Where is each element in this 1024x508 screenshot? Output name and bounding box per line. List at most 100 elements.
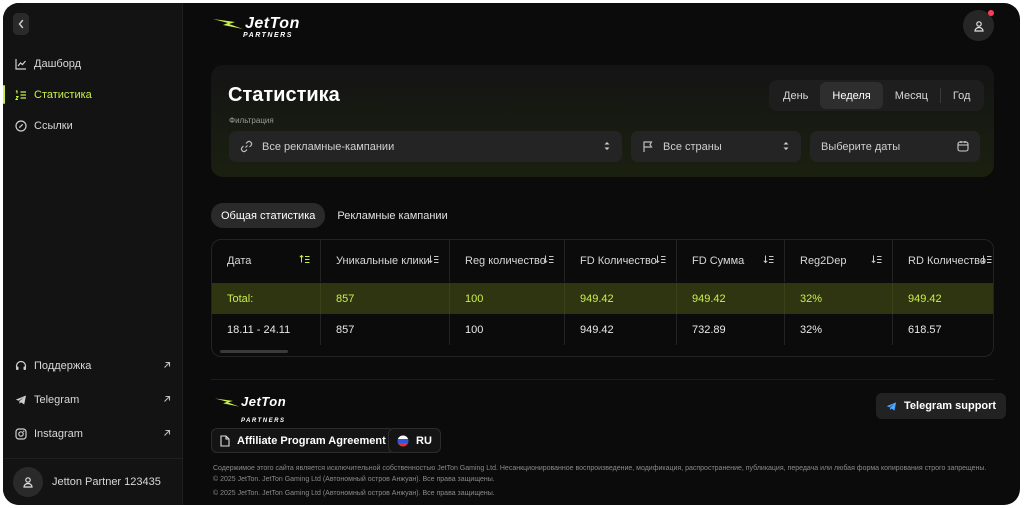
column-header-cell[interactable]: RD Количество [893, 240, 993, 282]
sidebar-external-links: Поддержка Telegram Instagram [3, 349, 183, 451]
statistics-panel: Статистика День Неделя Месяц Год Фильтра… [211, 65, 994, 177]
column-header-cell[interactable]: FD Сумма [677, 240, 785, 282]
sidebar-item-label: Instagram [34, 428, 83, 440]
row-cell: 100 [450, 314, 565, 345]
table-header: Дата Уникальные клики Reg количество FD Кол… [212, 240, 993, 282]
sidebar-item-label: Поддержка [34, 360, 92, 372]
sidebar-item-links[interactable]: Ссылки [3, 110, 183, 141]
total-text: Total: [227, 292, 254, 305]
telegram-support-button[interactable]: Telegram support [876, 393, 1007, 419]
calendar-icon [957, 140, 969, 152]
row-text: 949.42 [580, 323, 614, 336]
total-cell: 100 [450, 283, 565, 314]
sidebar-item-dashboard[interactable]: Дашборд [3, 48, 183, 79]
brand-logo[interactable]: JetTon PARTNERS [213, 16, 300, 40]
table-total-row: Total: 857 100 949.42 949.42 32% 949.42 [212, 283, 993, 314]
total-cell: 949.42 [565, 283, 677, 314]
filter-label: Фильтрация [229, 116, 274, 125]
row-cell: 857 [321, 314, 450, 345]
link-icon [240, 140, 253, 153]
external-link-icon [163, 394, 171, 406]
sidebar-item-label: Ссылки [34, 119, 73, 132]
period-week[interactable]: Неделя [820, 82, 883, 109]
sidebar-item-instagram[interactable]: Instagram [3, 417, 183, 451]
row-text: 32% [800, 323, 823, 336]
column-header-cell[interactable]: Reg количество [450, 240, 565, 282]
link-circle-icon [14, 119, 28, 133]
profile-button[interactable] [963, 10, 994, 41]
column-header-text: Уникальные клики [336, 255, 430, 267]
country-select[interactable]: Все страны [631, 131, 801, 162]
telegram-support-label: Telegram support [904, 400, 997, 412]
russia-flag-icon [397, 435, 409, 447]
user-name: Jetton Partner 123435 [52, 476, 161, 488]
date-picker-placeholder: Выберите даты [821, 140, 901, 153]
sidebar: Дашборд Статистика Ссылки Поддержка Tele… [3, 3, 183, 505]
affiliate-agreement-label: Affiliate Program Agreement [237, 434, 386, 447]
copyright: © 2025 JetTon. JetTon Gaming Ltd (Автоно… [213, 490, 495, 497]
column-header-cell[interactable]: FD Количество [565, 240, 677, 282]
sidebar-item-label: Статистика [34, 88, 92, 101]
total-text: 100 [465, 292, 484, 305]
tab-general-statistics[interactable]: Общая статистика [211, 203, 326, 228]
sidebar-item-telegram[interactable]: Telegram [3, 383, 183, 417]
country-select-value: Все страны [663, 140, 722, 153]
column-header-cell[interactable]: Уникальные клики [321, 240, 450, 282]
select-arrows-icon [603, 140, 611, 152]
total-text: 949.42 [908, 292, 942, 305]
app-window: Дашборд Статистика Ссылки Поддержка Tele… [3, 3, 1020, 505]
horizontal-scrollbar[interactable] [220, 350, 288, 353]
sidebar-item-support[interactable]: Поддержка [3, 349, 183, 383]
column-header-text: Reg количество [465, 255, 546, 267]
headset-icon [14, 359, 28, 373]
sidebar-item-statistics[interactable]: Статистика [3, 79, 183, 110]
footer-logo[interactable]: JetTon PARTNERS [215, 395, 286, 427]
statistics-tabs: Общая статистика Рекламные кампании [211, 203, 460, 228]
flag-icon [642, 140, 654, 153]
row-cell: 18.11 - 24.11 [212, 314, 321, 345]
date-picker[interactable]: Выберите даты [810, 131, 980, 162]
chevron-left-icon [18, 19, 24, 29]
campaign-select[interactable]: Все рекламные-кампании [229, 131, 622, 162]
telegram-icon [14, 393, 28, 407]
sort-icon[interactable] [655, 255, 666, 264]
select-arrows-icon [782, 140, 790, 152]
external-link-icon [163, 428, 171, 440]
row-cell: 32% [785, 314, 893, 345]
column-header-text: FD Сумма [692, 255, 745, 267]
row-text: 732.89 [692, 323, 726, 336]
statistics-table: Дата Уникальные клики Reg количество FD Кол… [211, 239, 994, 357]
tab-ad-campaigns[interactable]: Рекламные кампании [327, 203, 457, 228]
affiliate-agreement-button[interactable]: Affiliate Program Agreement [211, 428, 395, 453]
logo-bolt-icon [213, 19, 243, 29]
collapse-sidebar-button[interactable] [13, 13, 29, 35]
period-day[interactable]: День [771, 82, 820, 109]
language-label: RU [416, 434, 432, 447]
table-row: 18.11 - 24.11 857 100 949.42 732.89 32% 618.57 [212, 314, 993, 345]
column-header-text: FD Количество [580, 255, 657, 267]
column-header-cell[interactable]: Дата [212, 240, 321, 282]
sort-icon[interactable] [981, 255, 992, 264]
top-bar: JetTon PARTNERS [184, 3, 1020, 53]
row-text: 100 [465, 323, 484, 336]
sort-icon[interactable] [763, 255, 774, 264]
language-button[interactable]: RU [388, 428, 441, 453]
period-month[interactable]: Месяц [883, 82, 940, 109]
total-text: 949.42 [692, 292, 726, 305]
row-cell: 949.42 [565, 314, 677, 345]
sort-ascending-icon[interactable] [299, 255, 310, 264]
total-text: 949.42 [580, 292, 614, 305]
document-icon [220, 434, 230, 447]
footer-divider [211, 379, 994, 380]
row-cell: 618.57 [893, 314, 993, 345]
period-year[interactable]: Год [941, 82, 983, 109]
total-cell: Total: [212, 283, 321, 314]
total-text: 32% [800, 292, 823, 305]
user-profile[interactable]: Jetton Partner 123435 [3, 458, 183, 505]
sort-icon[interactable] [428, 255, 439, 264]
sort-icon[interactable] [543, 255, 554, 264]
logo-bolt-icon [215, 397, 240, 407]
sort-icon[interactable] [871, 255, 882, 264]
column-header-cell[interactable]: Reg2Dep [785, 240, 893, 282]
sidebar-nav: Дашборд Статистика Ссылки [3, 48, 183, 141]
